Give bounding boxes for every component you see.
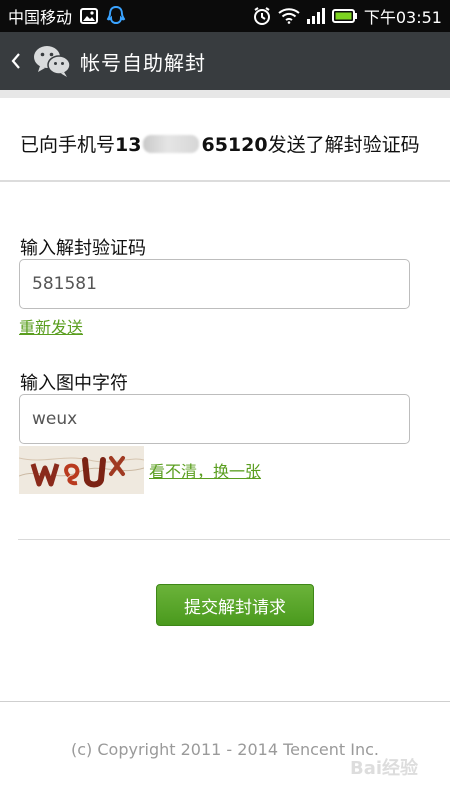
clock-time: 下午03:51 bbox=[363, 8, 442, 27]
footer-divider bbox=[0, 701, 450, 702]
wechat-icon[interactable] bbox=[30, 41, 74, 81]
alarm-icon bbox=[252, 6, 272, 26]
resend-link[interactable]: 重新发送 bbox=[19, 314, 83, 338]
captcha-input[interactable] bbox=[19, 394, 410, 444]
status-left: 中国移动 bbox=[8, 4, 126, 28]
signal-icon bbox=[306, 8, 326, 24]
sms-info-text: 已向手机号13 65120发送了解封验证码 bbox=[20, 130, 420, 157]
image-icon bbox=[80, 8, 99, 24]
code-label: 输入解封验证码 bbox=[20, 238, 146, 259]
phone-start: 13 bbox=[115, 134, 142, 156]
submit-unblock-button[interactable]: 提交解封请求 bbox=[156, 584, 314, 626]
battery-icon bbox=[331, 9, 358, 23]
page-title: 帐号自助解封 bbox=[80, 50, 206, 75]
phone-end: 65120 bbox=[201, 134, 268, 156]
info-band: 已向手机号13 65120发送了解封验证码 bbox=[0, 90, 450, 182]
status-bar: 中国移动 下午03:51 bbox=[0, 0, 450, 32]
status-right: 下午03:51 bbox=[252, 4, 442, 28]
qq-icon bbox=[106, 5, 126, 27]
phone-mask bbox=[143, 135, 200, 153]
captcha-label: 输入图中字符 bbox=[20, 373, 128, 394]
refresh-captcha-link[interactable]: 看不清，换一张 bbox=[149, 458, 261, 482]
chevron-left-icon[interactable] bbox=[2, 32, 30, 90]
watermark-logo: Bai经验 bbox=[349, 758, 419, 779]
wifi-icon bbox=[278, 8, 300, 24]
form-divider bbox=[18, 539, 450, 540]
title-bar: 帐号自助解封 bbox=[0, 32, 450, 90]
verification-code-input[interactable] bbox=[19, 259, 410, 309]
captcha-image bbox=[19, 446, 144, 494]
info-prefix: 已向手机号 bbox=[20, 134, 116, 156]
info-suffix: 发送了解封验证码 bbox=[267, 134, 420, 156]
carrier-name: 中国移动 bbox=[8, 8, 73, 27]
